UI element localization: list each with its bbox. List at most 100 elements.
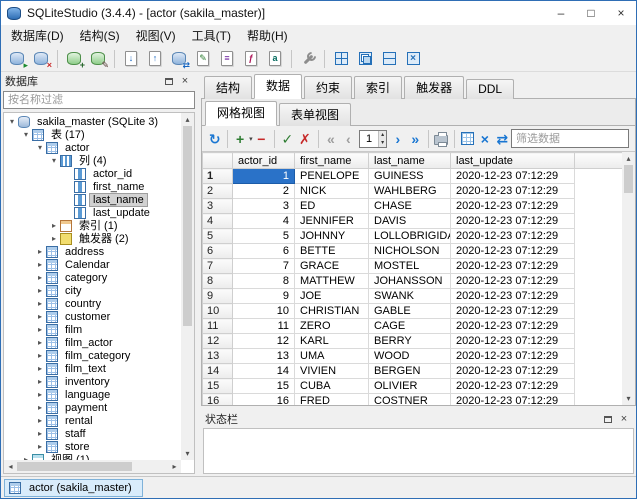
cascade-windows-icon[interactable] <box>353 48 377 70</box>
tab-索引[interactable]: 索引 <box>354 76 402 99</box>
row-number-spinner[interactable]: 1▴▾ <box>359 130 387 148</box>
cell[interactable]: 2020-12-23 07:12:29 <box>451 289 575 304</box>
cell[interactable]: FRED <box>295 394 369 406</box>
cell[interactable]: 16 <box>233 394 295 406</box>
tree-item-staff[interactable]: ▸staff <box>4 427 181 440</box>
tab-DDL[interactable]: DDL <box>466 79 514 99</box>
cell[interactable]: 12 <box>233 334 295 349</box>
menu-item-帮助(H)[interactable]: 帮助(H) <box>239 25 296 46</box>
print-grid-icon[interactable] <box>433 128 450 150</box>
expand-icon[interactable]: ▸ <box>34 364 46 373</box>
cell[interactable]: GUINESS <box>369 169 451 184</box>
scroll-down-icon[interactable]: ▾ <box>622 392 635 405</box>
cell[interactable]: 2020-12-23 07:12:29 <box>451 274 575 289</box>
tree-item-address[interactable]: ▸address <box>4 245 181 258</box>
row-number-header[interactable] <box>203 153 233 169</box>
row-number[interactable]: 1 <box>203 169 233 184</box>
cell[interactable]: 2020-12-23 07:12:29 <box>451 319 575 334</box>
grid-view-settings-icon[interactable] <box>459 128 476 150</box>
last-row-icon[interactable]: » <box>407 128 424 150</box>
row-number[interactable]: 2 <box>203 184 233 199</box>
cell[interactable]: 2020-12-23 07:12:29 <box>451 184 575 199</box>
cell[interactable]: 1 <box>233 169 295 184</box>
tab-数据[interactable]: 数据 <box>254 74 302 99</box>
cell[interactable]: 7 <box>233 259 295 274</box>
menu-item-结构(S)[interactable]: 结构(S) <box>72 25 128 46</box>
tree-item-inventory[interactable]: ▸inventory <box>4 375 181 388</box>
cell[interactable]: NICK <box>295 184 369 199</box>
cell[interactable]: JOHNNY <box>295 229 369 244</box>
cell[interactable]: CUBA <box>295 379 369 394</box>
tree-item-视图 (1)[interactable]: ▸视图 (1) <box>4 453 181 460</box>
cell[interactable]: UMA <box>295 349 369 364</box>
expand-icon[interactable]: ▸ <box>34 416 46 425</box>
tree-item-category[interactable]: ▸category <box>4 271 181 284</box>
column-header-actor_id[interactable]: actor_id <box>233 153 295 169</box>
cell[interactable]: 2020-12-23 07:12:29 <box>451 349 575 364</box>
tree-item-Calendar[interactable]: ▸Calendar <box>4 258 181 271</box>
cell[interactable]: 2020-12-23 07:12:29 <box>451 229 575 244</box>
cell[interactable]: 13 <box>233 349 295 364</box>
cell[interactable]: BETTE <box>295 244 369 259</box>
cell[interactable]: VIVIEN <box>295 364 369 379</box>
tab-结构[interactable]: 结构 <box>204 76 252 99</box>
cell[interactable]: NICHOLSON <box>369 244 451 259</box>
column-header-last_update[interactable]: last_update <box>451 153 575 169</box>
cell[interactable]: WAHLBERG <box>369 184 451 199</box>
spin-up-icon[interactable]: ▴ <box>379 131 386 139</box>
cell[interactable]: 2020-12-23 07:12:29 <box>451 199 575 214</box>
close-panel-button[interactable]: × <box>177 74 193 88</box>
collapse-icon[interactable]: ▾ <box>6 117 18 126</box>
cell[interactable]: 10 <box>233 304 295 319</box>
cell[interactable]: 15 <box>233 379 295 394</box>
scrollbar-thumb[interactable] <box>183 126 192 326</box>
cell[interactable]: 2 <box>233 184 295 199</box>
grid-vertical-scrollbar[interactable]: ▴ ▾ <box>622 152 635 405</box>
refresh-data-icon[interactable]: ↻ <box>206 128 223 150</box>
edit-database-icon[interactable]: ✎ <box>86 48 110 70</box>
row-number[interactable]: 10 <box>203 304 233 319</box>
tree-filter-input[interactable] <box>3 91 195 109</box>
tree-item-rental[interactable]: ▸rental <box>4 414 181 427</box>
row-number[interactable]: 6 <box>203 244 233 259</box>
column-header-first_name[interactable]: first_name <box>295 153 369 169</box>
row-number[interactable]: 14 <box>203 364 233 379</box>
open-function-editor-icon[interactable]: ƒ <box>239 48 263 70</box>
row-number[interactable]: 3 <box>203 199 233 214</box>
minimize-button[interactable]: – <box>546 1 576 25</box>
row-number[interactable]: 16 <box>203 394 233 406</box>
collapse-icon[interactable]: ▾ <box>20 130 32 139</box>
cell[interactable]: 6 <box>233 244 295 259</box>
scrollbar-thumb[interactable] <box>17 462 132 471</box>
tree-item-索引 (1)[interactable]: ▸索引 (1) <box>4 219 181 232</box>
connect-database-icon[interactable]: ▸ <box>5 48 29 70</box>
tab-约束[interactable]: 约束 <box>304 76 352 99</box>
open-sql-editor-icon[interactable]: ✎ <box>191 48 215 70</box>
tree-item-payment[interactable]: ▸payment <box>4 401 181 414</box>
collapse-icon[interactable]: ▾ <box>34 143 46 152</box>
expand-icon[interactable]: ▸ <box>34 403 46 412</box>
maximize-button[interactable]: □ <box>576 1 606 25</box>
row-number[interactable]: 12 <box>203 334 233 349</box>
clear-filter-icon[interactable]: × <box>476 128 493 150</box>
row-number[interactable]: 4 <box>203 214 233 229</box>
tree-item-film_text[interactable]: ▸film_text <box>4 362 181 375</box>
expand-icon[interactable]: ▸ <box>34 377 46 386</box>
spin-down-icon[interactable]: ▾ <box>379 139 386 147</box>
expand-icon[interactable]: ▸ <box>48 234 60 243</box>
cell[interactable]: 2020-12-23 07:12:29 <box>451 304 575 319</box>
grid-filter-input[interactable] <box>511 129 629 148</box>
cell[interactable]: ED <box>295 199 369 214</box>
delete-row-icon[interactable]: − <box>253 128 270 150</box>
row-number[interactable]: 9 <box>203 289 233 304</box>
tree-vertical-scrollbar[interactable]: ▴ ▾ <box>181 113 194 460</box>
first-row-icon[interactable]: « <box>322 128 339 150</box>
tree-item-sakila_master (SQLite 3)[interactable]: ▾sakila_master (SQLite 3) <box>4 115 181 128</box>
close-all-windows-icon[interactable] <box>401 48 425 70</box>
cell[interactable]: GRACE <box>295 259 369 274</box>
tree-item-film_category[interactable]: ▸film_category <box>4 349 181 362</box>
tile-windows-horizontally-icon[interactable] <box>377 48 401 70</box>
previous-row-icon[interactable]: ‹ <box>340 128 357 150</box>
cell[interactable]: JOHANSSON <box>369 274 451 289</box>
menu-item-工具(T)[interactable]: 工具(T) <box>184 25 239 46</box>
